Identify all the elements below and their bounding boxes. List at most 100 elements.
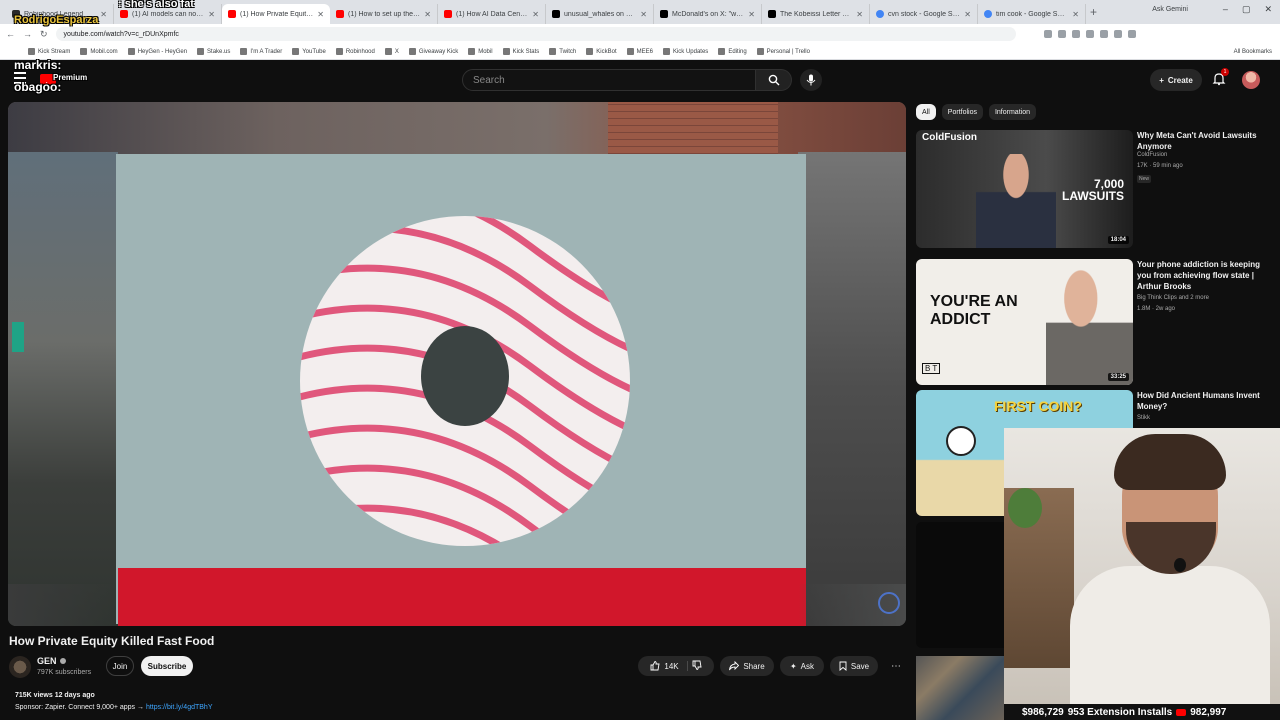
browser-tab-active[interactable]: (1) How Private Equity Killi ✕ [222,4,330,24]
bookmark[interactable]: Stake.us [197,48,230,55]
share-button[interactable]: Share [720,656,774,676]
bookmark[interactable]: MEE6 [626,48,653,55]
maximize-icon[interactable]: ▢ [1242,4,1251,15]
bookmark-icon [292,48,300,55]
like-button[interactable]: 14K [650,661,688,671]
close-tab-icon[interactable]: ✕ [1072,10,1079,19]
bookmark[interactable]: KickBot [586,48,617,55]
youtube-favicon-icon [120,10,128,18]
create-button[interactable]: + Create [1150,69,1202,91]
bookmark[interactable]: Kick Stats [502,48,539,55]
bookmark[interactable]: X [384,48,399,55]
dislike-button[interactable] [692,660,702,672]
youtube-favicon-icon [336,10,344,18]
save-button[interactable]: Save [830,656,878,676]
url-field[interactable]: youtube.com/watch?v=c_rDUnXpmfc [55,27,1016,41]
recommended-channel[interactable]: Stikk [1137,415,1150,421]
channel-avatar[interactable] [9,656,31,678]
close-tab-icon[interactable]: ✕ [317,10,324,19]
search-icon [768,74,779,86]
browser-tab[interactable]: McDonald's on X: "we've M ✕ [654,4,762,24]
close-tab-icon[interactable]: ✕ [532,10,539,19]
youtube-logo[interactable] [40,74,56,85]
recommended-title: How Did Ancient Humans Invent Money? [1137,391,1260,411]
bookmark-label: Kick Stream [38,48,71,55]
browser-tab[interactable]: unusual_whales on X: "GTI ✕ [546,4,654,24]
bookmark-icon [549,48,557,55]
bookmark[interactable]: Giveaway Kick [408,48,458,55]
more-actions-button[interactable]: ⋯ [886,656,906,676]
recommended-channel[interactable]: Big Think Clips and 2 more [1137,295,1209,301]
close-tab-icon[interactable]: ✕ [208,10,215,19]
browser-tab[interactable]: The Kobeissi Letter on X ✕ [762,4,870,24]
recommended-channel[interactable]: ColdFusion [1137,152,1167,158]
ask-button[interactable]: ✦ Ask [780,656,824,676]
reload-icon[interactable]: ↻ [40,29,48,40]
back-arrow-icon[interactable]: ← [6,29,15,39]
webcam-body [1070,566,1270,704]
video-thumbnail[interactable]: ColdFusion 7,000 LAWSUITS 18:04 [916,130,1133,248]
extension-icon[interactable] [1071,30,1080,38]
close-tab-icon[interactable]: ✕ [424,10,431,19]
forward-arrow-icon[interactable]: → [23,29,32,39]
close-tab-icon[interactable]: ✕ [748,10,755,19]
browser-tab[interactable]: tim cook - Google Search ✕ [978,4,1086,24]
screen: Robinhood Legend ✕ (1) AI models can now … [0,0,1280,720]
extension-icon[interactable] [1127,30,1136,38]
all-bookmarks-button[interactable]: All Bookmarks [1234,49,1272,55]
video-player[interactable] [8,102,906,626]
search-input[interactable]: Search [462,69,756,91]
description-snippet[interactable]: Sponsor: Zapier. Connect 9,000+ apps → h… [15,704,213,711]
close-tab-icon[interactable]: ✕ [640,10,647,19]
bookmark[interactable]: Kick Stream [28,48,70,55]
bookmark[interactable]: Mobil.com [80,48,118,55]
ask-gemini-button[interactable]: Ask Gemini [1152,6,1188,13]
close-window-icon[interactable]: ✕ [1264,4,1272,15]
sponsor-link[interactable]: https://bit.ly/4gdTBhY [146,704,213,711]
hamburger-menu-icon[interactable] [14,72,26,84]
extension-icon[interactable] [1057,30,1066,38]
browser-tab[interactable]: Robinhood Legend ✕ [6,4,114,24]
video-thumbnail[interactable]: YOU'RE AN ADDICT B T 33:25 [916,259,1133,385]
browser-tab[interactable]: (1) How to set up the Appl ✕ [330,4,438,24]
browser-tab[interactable]: (1) How AI Data Centers Ar✕ [438,4,546,24]
bookmark[interactable]: YouTube [292,48,326,55]
close-tab-icon[interactable]: ✕ [964,10,971,19]
bookmark[interactable]: Robinhood [335,48,375,55]
voice-search-button[interactable] [800,69,822,91]
extension-icon[interactable] [1113,30,1122,38]
bookmark[interactable]: Editing [718,48,747,55]
bookmark[interactable]: Twitch [549,48,576,55]
ticker-subscriber-count: 982,997 [1190,706,1227,718]
sparkle-icon: ✦ [789,661,797,671]
youtube-favicon-icon [444,10,452,18]
bookmark[interactable]: HeyGen - HeyGen [127,48,187,55]
browser-tab[interactable]: (1) AI models can now help ✕ [114,4,222,24]
minimize-icon[interactable]: – [1223,4,1228,15]
close-tab-icon[interactable]: ✕ [856,10,863,19]
bookmark[interactable]: Mobil [468,48,493,55]
account-avatar[interactable] [1242,71,1260,89]
channel-name[interactable]: GEN [37,656,66,666]
bookmark-label: I'm A Trader [250,48,283,55]
close-tab-icon[interactable]: ✕ [100,10,107,19]
chip-portfolios[interactable]: Portfolios [941,104,983,120]
search-button[interactable] [756,69,792,91]
extension-icon[interactable] [1099,30,1108,38]
extension-icon[interactable] [1043,30,1052,38]
recommended-video[interactable]: YOU'RE AN ADDICT B T 33:25 Your phone ad… [916,259,1276,385]
video-duration: 33:25 [1107,373,1129,381]
bookmark[interactable]: I'm A Trader [240,48,282,55]
bookmark[interactable]: Kick Updates [662,48,708,55]
bookmark[interactable]: Personal | Trello [756,48,810,55]
browser-tab[interactable]: cvn stock - Google Search✕ [870,4,978,24]
tab-label: Robinhood Legend [24,10,84,18]
extension-icon[interactable] [1085,30,1094,38]
chip-information[interactable]: Information [988,104,1036,120]
join-button[interactable]: Join [106,656,134,676]
recommended-video[interactable]: ColdFusion 7,000 LAWSUITS 18:04 Why Meta … [916,130,1276,250]
subscribe-button[interactable]: Subscribe [141,656,193,676]
chip-all[interactable]: All [916,104,936,120]
new-tab-button[interactable]: + [1090,5,1097,19]
like-dislike-group: 14K [638,656,714,676]
